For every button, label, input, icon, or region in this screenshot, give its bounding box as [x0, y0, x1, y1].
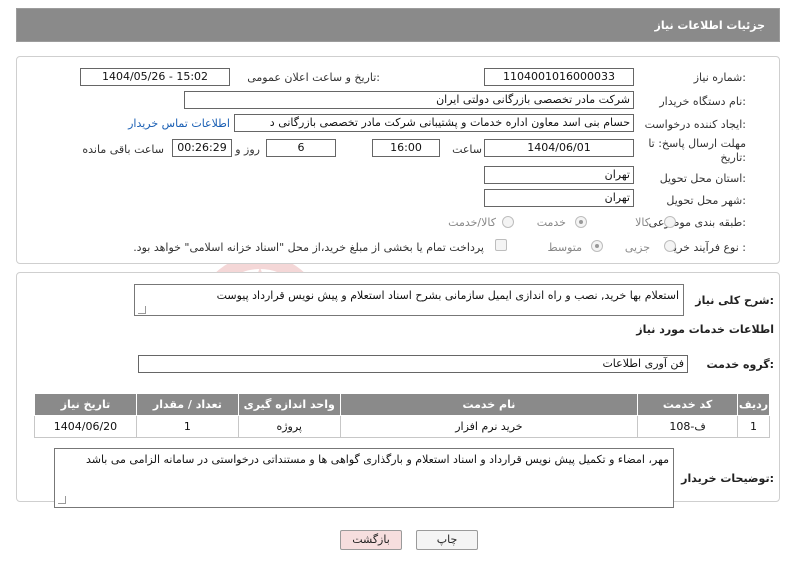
treasury-payment-note: پرداخت تمام یا بخشی از مبلغ خرید،از محل … [133, 241, 484, 254]
delivery-city-label: شهر محل تحویل: [666, 194, 746, 207]
process-type-label: نوع فرآیند خرید : [668, 241, 746, 254]
col-row: ردیف [737, 393, 770, 416]
buyer-org-label: نام دستگاه خریدار: [659, 95, 746, 108]
deadline-days-field[interactable]: 6 [266, 139, 336, 157]
col-name: نام خدمت [339, 393, 639, 416]
back-button[interactable]: بازگشت [340, 530, 402, 550]
deadline-time-field[interactable]: 16:00 [372, 139, 440, 157]
services-table-header: ردیف کد خدمت نام خدمت واحد اندازه گیری ت… [34, 393, 770, 416]
process-option-minor: جزیی [624, 241, 650, 254]
remaining-time-label: ساعت باقی مانده [82, 143, 164, 156]
deadline-date-field[interactable]: 1404/06/01 [484, 139, 634, 157]
category-radio-goods-service[interactable] [502, 216, 514, 228]
buyer-notes-label: توضیحات خریدار: [681, 472, 774, 485]
announce-datetime-label: تاریخ و ساعت اعلان عمومی: [247, 71, 380, 84]
category-radio-goods[interactable] [664, 216, 676, 228]
description-text: استعلام بها خرید, نصب و راه اندازی ایمیل… [216, 289, 679, 302]
cell-unit: پروژه [237, 415, 341, 438]
col-code: کد خدمت [637, 393, 739, 416]
buyer-contact-link[interactable]: اطلاعات تماس خریدار [128, 117, 230, 130]
buyer-notes-textarea[interactable]: مهر، امضاء و تکمیل پیش نویس قرارداد و اس… [54, 448, 674, 508]
cell-date: 1404/06/20 [34, 415, 137, 438]
category-option-goods-service: کالا/خدمت [448, 216, 496, 229]
service-group-field[interactable]: فن آوری اطلاعات [138, 355, 688, 373]
cell-name: خرید نرم افزار [339, 415, 639, 438]
print-button[interactable]: چاپ [416, 530, 478, 550]
page-header: جزئیات اطلاعات نیاز [16, 8, 780, 42]
description-textarea[interactable]: استعلام بها خرید, نصب و راه اندازی ایمیل… [134, 284, 684, 316]
requester-label: ایجاد کننده درخواست: [644, 118, 746, 131]
description-label: شرح کلی نیاز: [695, 294, 774, 307]
deadline-label-line1: مهلت ارسال پاسخ: تا [648, 137, 746, 150]
category-radio-service[interactable] [575, 216, 587, 228]
requester-field[interactable]: حسام بنی اسد معاون اداره خدمات و پشتیبان… [234, 114, 634, 132]
process-radio-medium[interactable] [591, 240, 603, 252]
description-resize-handle[interactable] [138, 306, 146, 314]
col-qty: تعداد / مقدار [135, 393, 239, 416]
deadline-days-label: روز و [235, 143, 260, 156]
deadline-time-label: ساعت [452, 143, 482, 156]
announce-datetime-field[interactable]: 1404/05/26 - 15:02 [80, 68, 230, 86]
need-number-field[interactable]: 1104001016000033 [484, 68, 634, 86]
remaining-time-field[interactable]: 00:26:29 [172, 139, 232, 157]
cell-qty: 1 [135, 415, 239, 438]
category-option-service: خدمت [536, 216, 566, 229]
page-title: جزئیات اطلاعات نیاز [654, 19, 766, 32]
delivery-province-label: استان محل تحویل: [659, 172, 746, 185]
buyer-notes-resize-handle[interactable] [58, 496, 66, 504]
services-table: ردیف کد خدمت نام خدمت واحد اندازه گیری ت… [34, 393, 770, 438]
cell-code: ف-108 [637, 415, 739, 438]
col-date: تاریخ نیاز [34, 393, 137, 416]
need-info-panel [16, 56, 780, 264]
cell-row: 1 [737, 415, 770, 438]
buyer-notes-text: مهر، امضاء و تکمیل پیش نویس قرارداد و اس… [85, 453, 669, 466]
category-option-goods: کالا [635, 216, 650, 229]
treasury-payment-checkbox[interactable] [495, 239, 507, 251]
deadline-label-line2: تاریخ: [720, 151, 746, 164]
col-unit: واحد اندازه گیری [237, 393, 341, 416]
buyer-org-field[interactable]: شرکت مادر تخصصی بازرگانی دولتی ایران [184, 91, 634, 109]
process-option-medium: متوسط [547, 241, 582, 254]
table-row[interactable]: 1 ف-108 خرید نرم افزار پروژه 1 1404/06/2… [34, 415, 770, 438]
need-number-label: شماره نیاز: [693, 71, 746, 84]
delivery-city-field[interactable]: تهران [484, 189, 634, 207]
services-title: اطلاعات خدمات مورد نیاز [636, 323, 774, 336]
delivery-province-field[interactable]: تهران [484, 166, 634, 184]
process-radio-minor[interactable] [664, 240, 676, 252]
service-group-label: گروه خدمت: [706, 358, 774, 371]
